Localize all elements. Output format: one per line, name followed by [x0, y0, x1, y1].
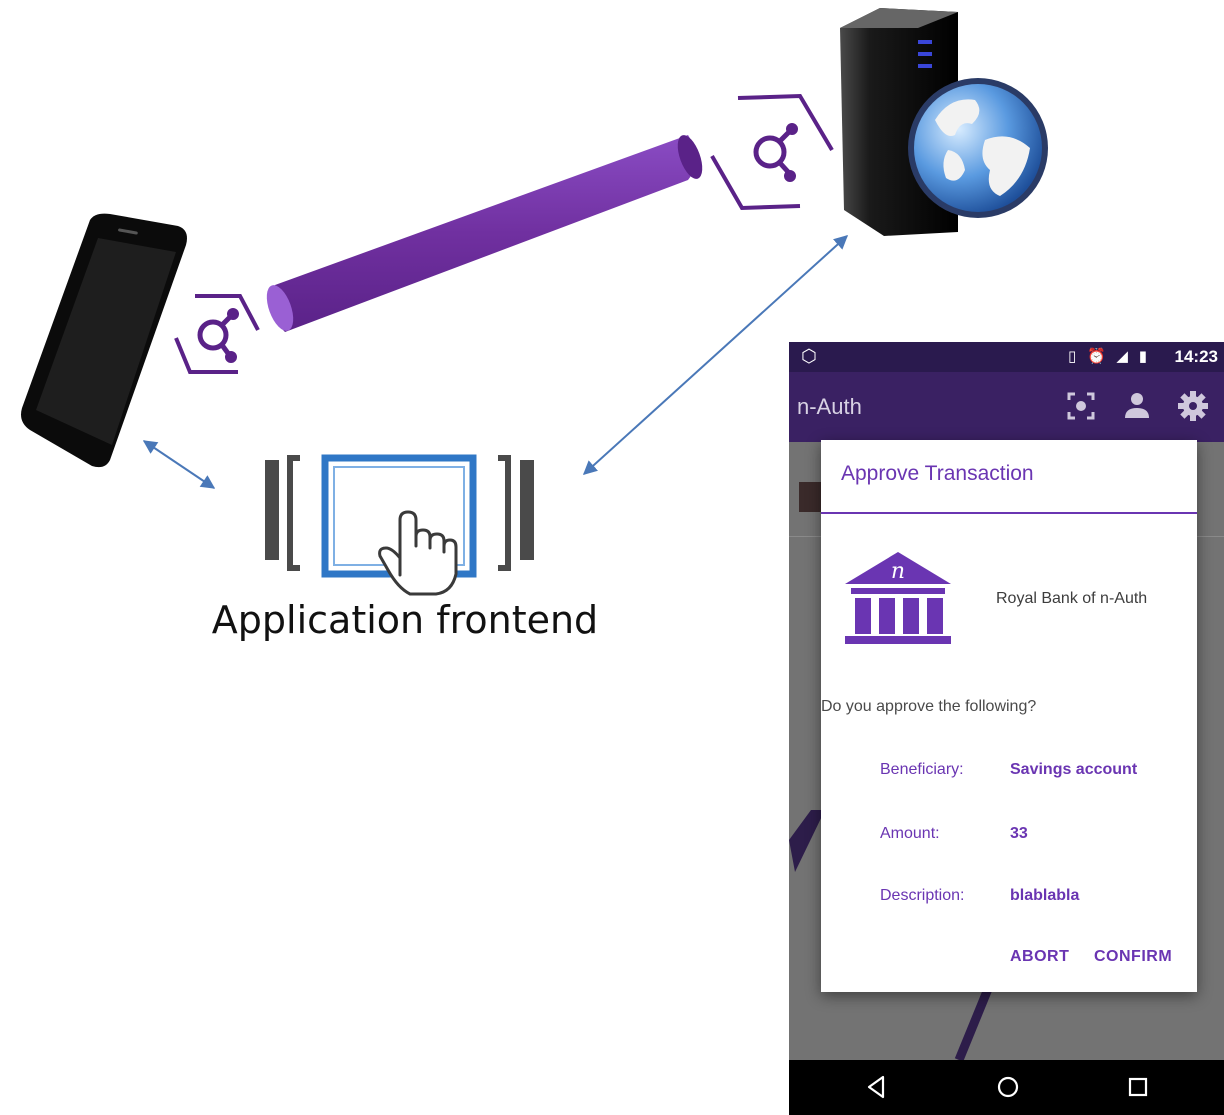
gear-icon[interactable]	[1175, 388, 1211, 424]
back-icon[interactable]	[861, 1072, 891, 1102]
phone-icon	[21, 213, 187, 468]
hexagon-icon: ⬡	[801, 346, 817, 367]
secure-channel-tube	[266, 135, 703, 332]
status-time: 14:23	[1174, 347, 1218, 366]
confirm-button[interactable]: CONFIRM	[1094, 948, 1172, 966]
abort-button[interactable]: ABORT	[1010, 948, 1069, 966]
phone-frontend-arrow	[142, 440, 216, 489]
approve-transaction-dialog: Approve Transaction n Royal Bank of n-Au…	[821, 440, 1197, 992]
bank-logo-letter: n	[891, 559, 905, 584]
status-icons: ▯ ⏰ ◢ ▮	[1067, 347, 1150, 365]
secure-channel-icon	[710, 93, 834, 211]
scan-icon[interactable]	[1063, 388, 1099, 424]
amount-label: Amount:	[880, 825, 940, 842]
secure-channel-icon	[174, 294, 260, 374]
person-icon[interactable]	[1119, 388, 1155, 424]
dialog-title: Approve Transaction	[841, 462, 1034, 485]
bank-logo-icon: n	[845, 552, 951, 644]
recents-icon[interactable]	[1123, 1072, 1153, 1102]
app-title: n-Auth	[797, 394, 862, 419]
amount-value: 33	[1010, 825, 1028, 842]
app-bar: n-Auth	[789, 372, 1224, 442]
navigation-bar	[789, 1060, 1224, 1115]
approval-question: Do you approve the following?	[821, 698, 1037, 715]
description-label: Description:	[880, 887, 965, 904]
phone-screen: ⬡ ▯ ⏰ ◢ ▮ 14:23 n-Auth Approve Transacti…	[789, 342, 1224, 1115]
title-divider	[821, 512, 1197, 514]
description-value: blablabla	[1010, 887, 1080, 904]
touch-frontend-icon	[265, 454, 534, 596]
beneficiary-label: Beneficiary:	[880, 761, 964, 778]
globe-icon	[908, 78, 1048, 218]
beneficiary-value: Savings account	[1010, 761, 1138, 778]
status-bar: ⬡ ▯ ⏰ ◢ ▮ 14:23	[789, 342, 1224, 372]
frontend-label: Application frontend	[211, 598, 599, 642]
bank-name: Royal Bank of n-Auth	[996, 590, 1148, 607]
home-icon[interactable]	[993, 1072, 1023, 1102]
